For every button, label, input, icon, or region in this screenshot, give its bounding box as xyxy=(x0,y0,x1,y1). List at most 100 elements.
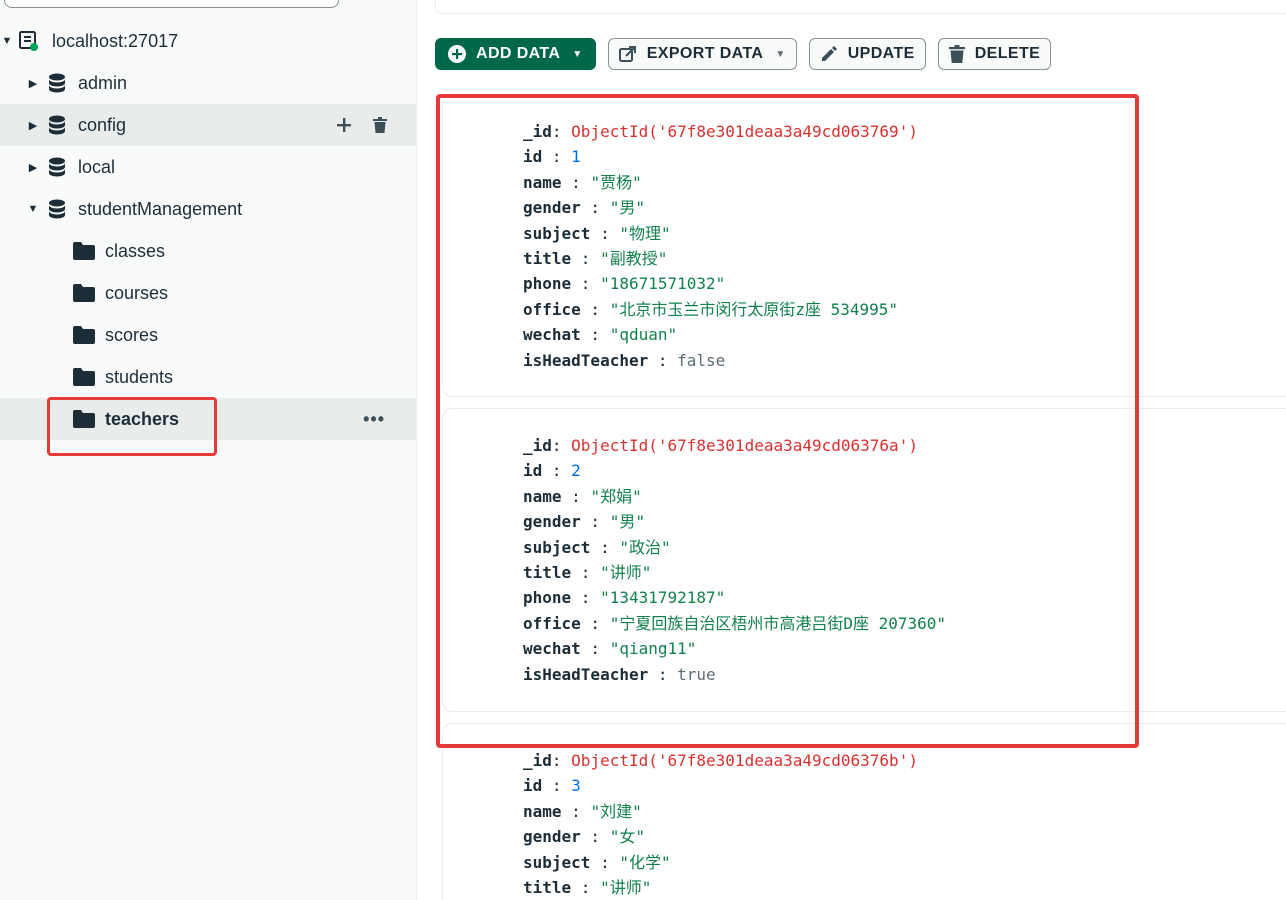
plus-circle-icon xyxy=(448,45,466,63)
trash-icon xyxy=(948,45,965,63)
add-data-button[interactable]: ADD DATA ▼ xyxy=(435,38,596,70)
connection-label: localhost:27017 xyxy=(52,30,179,51)
field-title: title : "副教授" xyxy=(523,249,668,269)
pencil-icon xyxy=(820,45,838,63)
field-gender: gender : "男" xyxy=(523,198,645,218)
collection-item-scores[interactable]: scores xyxy=(0,314,417,356)
update-label: UPDATE xyxy=(847,45,915,62)
database-item-admin[interactable]: ▶ admin xyxy=(0,62,417,104)
field-value: "贾杨" xyxy=(590,172,642,192)
database-icon xyxy=(48,73,66,93)
document-card[interactable]: _id: ObjectId('67f8e301deaa3a49cd063769'… xyxy=(442,95,1286,397)
field-phone: phone : "18671571032" xyxy=(523,274,726,294)
folder-icon xyxy=(73,284,95,302)
field-value: "qiang11" xyxy=(609,639,697,659)
more-options-icon[interactable]: ••• xyxy=(363,409,385,430)
field-subject: subject : "政治" xyxy=(523,537,671,557)
delete-button[interactable]: DELETE xyxy=(937,38,1052,70)
folder-icon xyxy=(73,410,95,428)
field-value: "讲师" xyxy=(600,563,652,583)
field-value: "郑娟" xyxy=(590,486,642,506)
caret-right-icon[interactable]: ▶ xyxy=(26,161,40,174)
document-toolbar: ADD DATA ▼ EXPORT DATA ▼ UPDATE DELETE xyxy=(435,38,1052,70)
collection-label: scores xyxy=(105,324,159,345)
field-title: title : "讲师" xyxy=(523,878,652,898)
field-value: "副教授" xyxy=(600,249,668,269)
field-office: office : "宁夏回族自治区梧州市高港吕街D座 207360" xyxy=(523,613,947,633)
folder-icon xyxy=(73,326,95,344)
connection-item[interactable]: ▼ localhost:27017 xyxy=(0,20,417,62)
trash-icon[interactable] xyxy=(371,116,389,134)
database-icon xyxy=(48,115,66,135)
field-value: ObjectId('67f8e301deaa3a49cd06376a') xyxy=(571,436,918,455)
field-_id: _id: ObjectId('67f8e301deaa3a49cd063769'… xyxy=(523,122,918,141)
field-value: "刘建" xyxy=(590,801,642,821)
field-value: 2 xyxy=(571,461,581,481)
field-value: "宁夏回族自治区梧州市高港吕街D座 207360" xyxy=(609,613,947,633)
field-value: "女" xyxy=(609,827,645,847)
field-value: "qduan" xyxy=(609,325,678,345)
field-value: "政治" xyxy=(619,537,671,557)
document-card[interactable]: _id: ObjectId('67f8e301deaa3a49cd06376a'… xyxy=(442,408,1286,712)
delete-label: DELETE xyxy=(974,45,1041,62)
field-_id: _id: ObjectId('67f8e301deaa3a49cd06376b'… xyxy=(523,751,918,770)
caret-right-icon[interactable]: ▶ xyxy=(26,119,40,132)
query-bar[interactable] xyxy=(435,0,1286,14)
database-item-local[interactable]: ▶ local xyxy=(0,146,417,188)
sidebar-search-input[interactable] xyxy=(4,0,339,8)
export-icon xyxy=(618,45,637,63)
server-connection-icon xyxy=(18,30,40,52)
field-name: name : "郑娟" xyxy=(523,486,642,506)
update-button[interactable]: UPDATE xyxy=(808,38,926,70)
database-label: studentManagement xyxy=(78,198,243,219)
field-isheadteacher: isHeadTeacher : true xyxy=(523,664,716,684)
field-title: title : "讲师" xyxy=(523,563,652,583)
database-icon xyxy=(48,199,66,219)
collection-item-courses[interactable]: courses xyxy=(0,272,417,314)
field-value: "男" xyxy=(609,512,645,532)
database-label: admin xyxy=(78,72,128,93)
database-icon xyxy=(48,157,66,177)
database-label: local xyxy=(78,156,116,177)
field-name: name : "贾杨" xyxy=(523,172,642,192)
sidebar: ▼ localhost:27017 ▶ admin ▶ config ▶ loc… xyxy=(0,0,417,900)
field-name: name : "刘建" xyxy=(523,801,642,821)
field-value: "13431792187" xyxy=(600,588,726,608)
field-value: false xyxy=(677,350,726,370)
caret-down-icon[interactable]: ▼ xyxy=(0,35,14,47)
collection-item-classes[interactable]: classes xyxy=(0,230,417,272)
export-data-button[interactable]: EXPORT DATA ▼ xyxy=(607,38,797,70)
collection-label: students xyxy=(105,366,174,387)
plus-icon[interactable] xyxy=(335,116,353,134)
collection-label: classes xyxy=(105,240,166,261)
export-data-label: EXPORT DATA xyxy=(646,45,764,62)
folder-icon xyxy=(73,242,95,260)
database-item-studentmanagement[interactable]: ▼ studentManagement xyxy=(0,188,417,230)
field-gender: gender : "女" xyxy=(523,827,645,847)
caret-down-icon: ▼ xyxy=(572,48,583,60)
collection-item-students[interactable]: students xyxy=(0,356,417,398)
collection-label: teachers xyxy=(105,408,180,429)
field-id: id : 1 xyxy=(523,147,581,167)
field-office: office : "北京市玉兰市闵行太原街z座 534995" xyxy=(523,299,899,319)
caret-right-icon[interactable]: ▶ xyxy=(26,77,40,90)
field-value: "讲师" xyxy=(600,878,652,898)
field-id: id : 2 xyxy=(523,461,581,481)
field-id: id : 3 xyxy=(523,776,581,796)
add-data-label: ADD DATA xyxy=(476,45,561,62)
field-wechat: wechat : "qiang11" xyxy=(523,639,697,659)
field-value: "男" xyxy=(609,198,645,218)
field-value: "北京市玉兰市闵行太原街z座 534995" xyxy=(609,299,899,319)
document-card[interactable]: _id: ObjectId('67f8e301deaa3a49cd06376b'… xyxy=(442,723,1286,900)
database-item-config[interactable]: ▶ config xyxy=(0,104,417,146)
field-value: ObjectId('67f8e301deaa3a49cd06376b') xyxy=(571,751,918,770)
folder-icon xyxy=(73,368,95,386)
collection-item-teachers[interactable]: teachers ••• xyxy=(0,398,417,440)
field-subject: subject : "物理" xyxy=(523,223,671,243)
main-panel: ADD DATA ▼ EXPORT DATA ▼ UPDATE DELETE _… xyxy=(417,0,1286,900)
caret-down-icon: ▼ xyxy=(775,48,786,60)
field-isheadteacher: isHeadTeacher : false xyxy=(523,350,726,370)
field-value: 3 xyxy=(571,776,581,796)
field-phone: phone : "13431792187" xyxy=(523,588,726,608)
caret-down-icon[interactable]: ▼ xyxy=(26,203,40,215)
